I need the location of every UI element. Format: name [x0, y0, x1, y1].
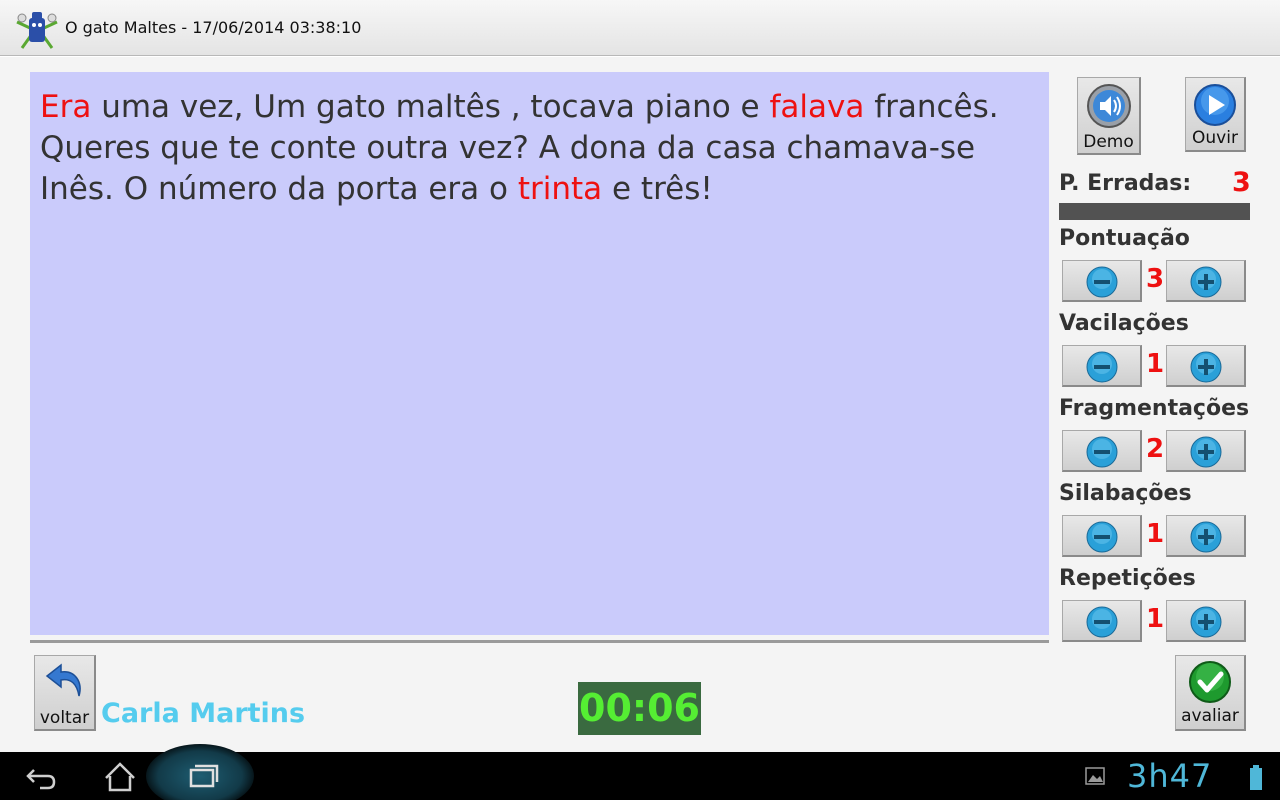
student-name: Carla Martins [101, 698, 306, 729]
minus-icon [1086, 351, 1118, 383]
counter-value: 1 [1145, 519, 1165, 549]
avaliar-button[interactable]: avaliar [1175, 655, 1246, 731]
play-icon [1193, 83, 1237, 131]
increment-button[interactable] [1166, 345, 1246, 387]
decrement-button[interactable] [1062, 260, 1142, 302]
minus-icon [1086, 606, 1118, 638]
undo-arrow-icon [43, 662, 87, 704]
counter-value: 2 [1145, 434, 1165, 464]
system-navigation-bar: 3h47 [0, 744, 1280, 800]
reading-timer: 00:06 [578, 682, 701, 735]
gato-app-icon [14, 8, 60, 50]
minus-icon [1086, 266, 1118, 298]
reading-text: e três! [602, 171, 713, 207]
reading-divider [30, 640, 1049, 643]
plus-icon [1190, 521, 1222, 553]
system-clock: 3h47 [1127, 757, 1213, 795]
counter-label: Repetições [1059, 566, 1196, 591]
minus-icon [1086, 436, 1118, 468]
counter-label: Pontuação [1059, 226, 1190, 251]
minus-icon [1086, 521, 1118, 553]
title-bar: O gato Maltes - 17/06/2014 03:38:10 [0, 0, 1280, 56]
voltar-button[interactable]: voltar [34, 655, 96, 731]
error-word[interactable]: falava [769, 89, 864, 125]
increment-button[interactable] [1166, 430, 1246, 472]
demo-label: Demo [1083, 132, 1134, 152]
speaker-icon [1086, 83, 1132, 133]
nav-recent-icon[interactable] [182, 752, 222, 800]
battery-icon [1248, 752, 1264, 800]
plus-icon [1190, 606, 1222, 638]
gallery-icon [1084, 752, 1106, 800]
counter-label: Vacilações [1059, 311, 1189, 336]
checkmark-icon [1188, 660, 1232, 708]
decrement-button[interactable] [1062, 600, 1142, 642]
errors-count: 3 [1232, 167, 1251, 198]
error-word[interactable]: trinta [518, 171, 602, 207]
main-content: Era uma vez, Um gato maltês , tocava pia… [0, 57, 1280, 752]
nav-home-icon[interactable] [100, 752, 140, 800]
ouvir-button[interactable]: Ouvir [1185, 77, 1246, 152]
counter-label: Fragmentações [1059, 396, 1250, 421]
counter-value: 1 [1145, 604, 1165, 634]
reading-text: uma vez, Um gato maltês , tocava piano e [91, 89, 770, 125]
decrement-button[interactable] [1062, 515, 1142, 557]
decrement-button[interactable] [1062, 430, 1142, 472]
plus-icon [1190, 351, 1222, 383]
avaliar-label: avaliar [1181, 706, 1239, 726]
voltar-label: voltar [39, 708, 90, 728]
counter-label: Silabações [1059, 481, 1192, 506]
plus-icon [1190, 436, 1222, 468]
errors-label: P. Erradas: [1059, 171, 1192, 196]
nav-back-icon[interactable] [22, 752, 62, 800]
plus-icon [1190, 266, 1222, 298]
decrement-button[interactable] [1062, 345, 1142, 387]
counter-value: 3 [1145, 264, 1165, 294]
counter-value: 1 [1145, 349, 1165, 379]
demo-button[interactable]: Demo [1077, 77, 1141, 155]
ouvir-label: Ouvir [1192, 128, 1238, 148]
reading-text-panel[interactable]: Era uma vez, Um gato maltês , tocava pia… [30, 72, 1049, 635]
error-word[interactable]: Era [40, 89, 91, 125]
increment-button[interactable] [1166, 260, 1246, 302]
increment-button[interactable] [1166, 515, 1246, 557]
window-title: O gato Maltes - 17/06/2014 03:38:10 [65, 18, 362, 37]
increment-button[interactable] [1166, 600, 1246, 642]
errors-bar [1059, 203, 1250, 220]
